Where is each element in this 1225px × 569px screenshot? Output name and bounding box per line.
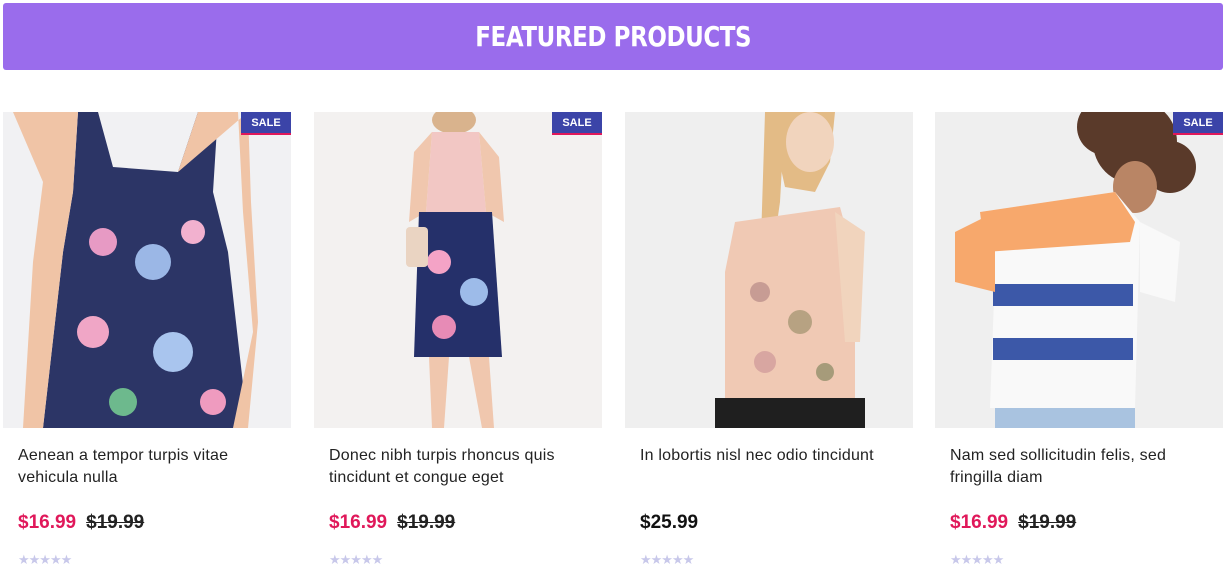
product-image[interactable]: SALE	[935, 112, 1223, 428]
price: $25.99	[640, 512, 699, 533]
ruffle-top-photo-icon	[625, 112, 913, 428]
star-rating: ★★★★★	[329, 552, 383, 567]
sale-badge: SALE	[1173, 112, 1223, 135]
product-card[interactable]: In lobortis nisl nec odio tincidunt $25.…	[625, 112, 915, 569]
star-rating: ★★★★★	[18, 552, 72, 567]
product-title[interactable]: Aenean a tempor turpis vitae vehicula nu…	[18, 445, 283, 489]
product-card[interactable]: SALE Nam sed sollicitudin felis, sed fri…	[935, 112, 1225, 569]
product-image[interactable]	[625, 112, 913, 428]
original-price: $19.99	[86, 512, 145, 533]
star-rating: ★★★★★	[640, 552, 694, 567]
product-title[interactable]: In lobortis nisl nec odio tincidunt	[640, 445, 905, 467]
sale-badge: SALE	[241, 112, 291, 135]
star-rating: ★★★★★	[950, 552, 1004, 567]
price-row: $16.99 $19.99	[329, 512, 455, 534]
featured-products-banner: FEATURED PRODUCTS	[3, 3, 1223, 70]
section-title: FEATURED PRODUCTS	[475, 20, 751, 53]
product-card[interactable]: SALE Donec nibh turpis rhoncus quis tinc…	[314, 112, 604, 569]
product-image[interactable]: SALE	[3, 112, 291, 428]
price-row: $16.99 $19.99	[18, 512, 144, 534]
product-title[interactable]: Nam sed sollicitudin felis, sed fringill…	[950, 445, 1215, 489]
sale-price: $16.99	[18, 512, 77, 533]
product-card[interactable]: SALE Aenean a tempor turpis vitae vehicu…	[3, 112, 293, 569]
floral-skirt-photo-icon	[314, 112, 602, 428]
striped-tshirt-photo-icon	[935, 112, 1223, 428]
price-row: $25.99	[640, 512, 698, 534]
product-grid: SALE Aenean a tempor turpis vitae vehicu…	[0, 112, 1225, 569]
original-price: $19.99	[397, 512, 456, 533]
floral-dress-photo-icon	[3, 112, 291, 428]
sale-price: $16.99	[950, 512, 1009, 533]
sale-price: $16.99	[329, 512, 388, 533]
original-price: $19.99	[1018, 512, 1077, 533]
product-image[interactable]: SALE	[314, 112, 602, 428]
product-title[interactable]: Donec nibh turpis rhoncus quis tincidunt…	[329, 445, 594, 489]
price-row: $16.99 $19.99	[950, 512, 1076, 534]
sale-badge: SALE	[552, 112, 602, 135]
